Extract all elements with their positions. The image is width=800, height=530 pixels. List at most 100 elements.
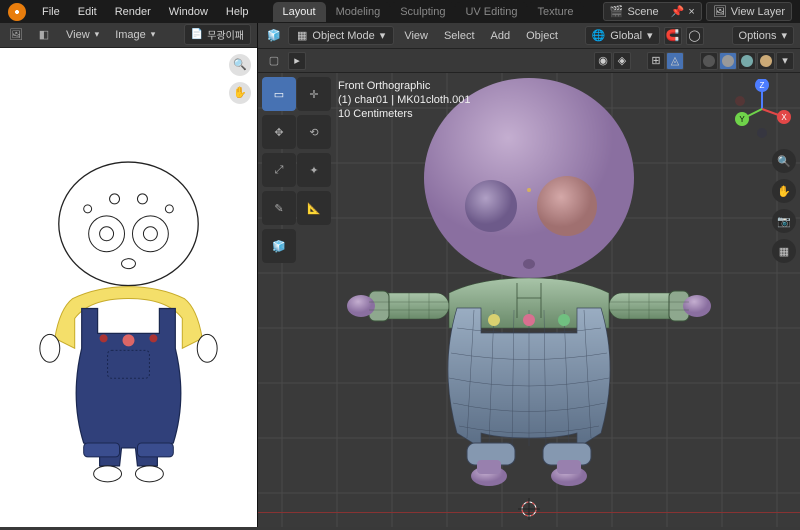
select-mode-vert[interactable]: ▸ xyxy=(288,52,306,70)
chevron-down-icon: ▾ xyxy=(647,29,653,42)
viewport-select-menu[interactable]: Select xyxy=(438,28,481,44)
cursor-tool-icon[interactable]: ▢ xyxy=(264,51,284,71)
viewport-info: Front Orthographic (1) char01 | MK01clot… xyxy=(338,79,470,121)
close-icon[interactable]: × xyxy=(688,6,694,18)
model-eye-right xyxy=(537,176,597,236)
toolbar: ▭ ✛ ✥ ⟲ ⤢ ✦ ✎ 📐 🧊 xyxy=(262,77,331,263)
image-title: 무광이패 xyxy=(207,27,244,42)
zoom-icon[interactable]: 🔍 xyxy=(229,54,251,76)
show-overlays-toggle[interactable]: ◈ xyxy=(613,52,631,70)
tool-add-primitive[interactable]: 🧊 xyxy=(262,229,296,263)
pan-icon[interactable]: ✋ xyxy=(229,82,251,104)
image-editor-header: 🖼 ◧ View Image 📄 무광이패 xyxy=(0,23,257,48)
top-menu-bar: File Edit Render Window Help Layout Mode… xyxy=(0,0,800,23)
orientation-label: Global xyxy=(610,30,642,42)
menu-file[interactable]: File xyxy=(34,3,68,21)
scene-icon: 🎬 xyxy=(610,5,624,18)
blender-logo-icon xyxy=(8,3,26,21)
model-mouth xyxy=(523,259,535,269)
tool-measure[interactable]: 📐 xyxy=(297,191,331,225)
wireframe-overlay-toggle[interactable]: ◬ xyxy=(666,52,684,70)
mode-label: Object Mode xyxy=(312,30,374,42)
chevron-down-icon: ▾ xyxy=(781,29,787,42)
tool-annotate[interactable]: ✎ xyxy=(262,191,296,225)
image-editor-panel: 🖼 ◧ View Image 📄 무광이패 🔍 ✋ xyxy=(0,23,258,527)
tool-move[interactable]: ✥ xyxy=(262,115,296,149)
editor-type-icon[interactable]: 🖼 xyxy=(6,25,26,45)
object-mode-icon: ▦ xyxy=(297,29,307,42)
proportional-toggle[interactable]: ◯ xyxy=(686,27,704,45)
shading-options-dropdown[interactable]: ▾ xyxy=(776,52,794,70)
menu-render[interactable]: Render xyxy=(107,3,159,21)
workspace-tabs: Layout Modeling Sculpting UV Editing Tex… xyxy=(273,2,584,22)
shading-rendered[interactable] xyxy=(757,52,775,70)
orientation-selector[interactable]: 🌐 Global ▾ xyxy=(585,26,660,45)
shading-material[interactable] xyxy=(738,52,756,70)
image-image-menu[interactable]: Image xyxy=(111,27,159,43)
snap-toggle[interactable]: 🧲 xyxy=(664,27,682,45)
xray-wire-toggles: ⊞ ◬ xyxy=(647,52,684,70)
image-mode-icon[interactable]: ◧ xyxy=(34,25,54,45)
globe-icon: 🌐 xyxy=(592,29,606,42)
reference-drawing xyxy=(0,48,257,527)
tool-scale[interactable]: ⤢ xyxy=(262,153,296,187)
svg-text:X: X xyxy=(781,113,787,122)
model-overalls xyxy=(448,308,610,465)
tab-sculpting[interactable]: Sculpting xyxy=(390,2,455,22)
view-layer-selector[interactable]: 🖼 View Layer xyxy=(706,2,792,21)
navigation-gizmo[interactable]: Z X Y xyxy=(732,79,792,139)
viewport-side-controls: 🔍 ✋ 📷 ▦ xyxy=(772,149,796,263)
perspective-toggle-icon[interactable]: ▦ xyxy=(772,239,796,263)
camera-view-icon[interactable]: 📷 xyxy=(772,209,796,233)
tool-cursor[interactable]: ✛ xyxy=(297,77,331,111)
3d-viewport[interactable]: ▭ ✛ ✥ ⟲ ⤢ ✦ ✎ 📐 🧊 Front Orthograph xyxy=(258,73,800,527)
character-model[interactable] xyxy=(339,73,719,498)
menu-help[interactable]: Help xyxy=(218,3,257,21)
image-icon: 📄 xyxy=(191,29,203,40)
reference-image-canvas[interactable]: 🔍 ✋ xyxy=(0,48,257,527)
viewport-header: 🧊 ▦ Object Mode ▾ View Select Add Object… xyxy=(258,23,800,49)
mode-selector[interactable]: ▦ Object Mode ▾ xyxy=(288,26,394,45)
viewport-header-row2: ▢ ▸ ◉ ◈ ⊞ ◬ ▾ xyxy=(258,49,800,73)
tool-transform[interactable]: ✦ xyxy=(297,153,331,187)
options-label: Options xyxy=(739,30,777,42)
model-eye-left xyxy=(465,180,517,232)
menu-edit[interactable]: Edit xyxy=(70,3,105,21)
overlay-toggles: ◉ ◈ xyxy=(594,52,631,70)
view-layer-name: View Layer xyxy=(731,6,785,18)
zoom-icon[interactable]: 🔍 xyxy=(772,149,796,173)
tab-texture[interactable]: Texture xyxy=(527,2,583,22)
shading-solid[interactable] xyxy=(719,52,737,70)
menu-window[interactable]: Window xyxy=(161,3,216,21)
viewport-view-menu[interactable]: View xyxy=(398,28,434,44)
scene-name: Scene xyxy=(627,6,658,18)
tab-layout[interactable]: Layout xyxy=(273,2,326,22)
pan-hand-icon[interactable]: ✋ xyxy=(772,179,796,203)
viewport-panel: 🧊 ▦ Object Mode ▾ View Select Add Object… xyxy=(258,23,800,527)
svg-text:Z: Z xyxy=(760,81,765,90)
pin-icon[interactable]: 📌 xyxy=(671,5,685,18)
tab-modeling[interactable]: Modeling xyxy=(326,2,391,22)
active-object-label: (1) char01 | MK01cloth.001 xyxy=(338,93,470,107)
shading-wireframe[interactable] xyxy=(700,52,718,70)
image-name-field[interactable]: 📄 무광이패 xyxy=(184,24,251,45)
viewport-object-menu[interactable]: Object xyxy=(520,28,564,44)
3d-cursor-icon xyxy=(518,498,540,520)
tab-uv-editing[interactable]: UV Editing xyxy=(455,2,527,22)
shading-modes: ▾ xyxy=(700,52,794,70)
grid-scale-label: 10 Centimeters xyxy=(338,107,470,121)
image-view-menu[interactable]: View xyxy=(62,27,103,43)
viewport-add-menu[interactable]: Add xyxy=(485,28,517,44)
editor-type-3d-icon[interactable]: 🧊 xyxy=(264,26,284,46)
show-gizmo-toggle[interactable]: ◉ xyxy=(594,52,612,70)
layer-icon: 🖼 xyxy=(713,5,727,18)
projection-label: Front Orthographic xyxy=(338,79,470,93)
svg-text:Y: Y xyxy=(739,115,745,124)
model-nose xyxy=(527,188,531,192)
tool-rotate[interactable]: ⟲ xyxy=(297,115,331,149)
tool-select-box[interactable]: ▭ xyxy=(262,77,296,111)
xray-toggle[interactable]: ⊞ xyxy=(647,52,665,70)
options-dropdown[interactable]: Options ▾ xyxy=(732,26,794,45)
scene-selector[interactable]: 🎬 Scene 📌 × xyxy=(603,2,702,21)
chevron-down-icon: ▾ xyxy=(380,29,386,42)
